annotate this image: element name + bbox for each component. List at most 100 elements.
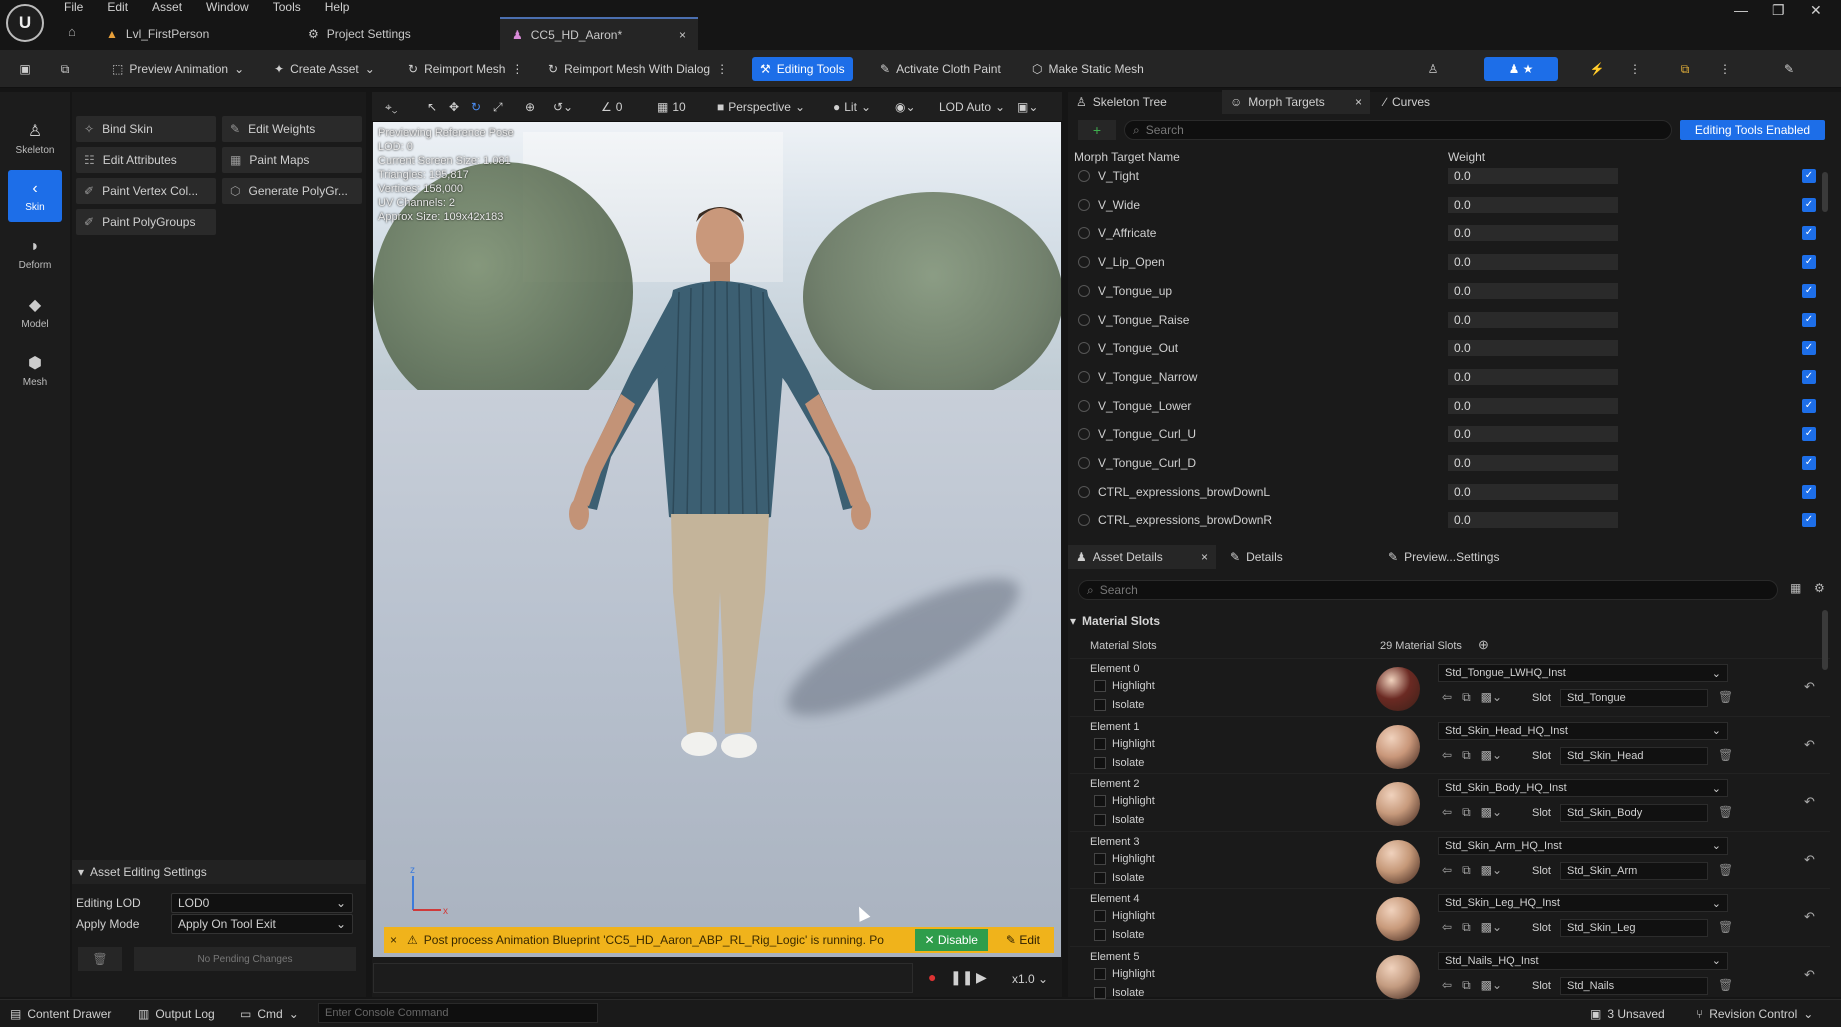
isolate-option[interactable]: Isolate (1094, 871, 1144, 884)
viewport-layout-icon[interactable]: ▣⌄ (1012, 96, 1043, 118)
morph-target-row[interactable]: V_Wide 0.0 ✓ (1070, 191, 1830, 219)
rotate-icon[interactable]: ↻ (466, 96, 486, 118)
menu-asset[interactable]: Asset (152, 0, 182, 14)
angle-snap-button[interactable]: ∠ 0 (596, 96, 627, 118)
isolate-option[interactable]: Isolate (1094, 699, 1144, 711)
morph-scrollbar[interactable] (1822, 172, 1828, 212)
preview-animation-button[interactable]: ⬚ Preview Animation ⌄ (104, 57, 252, 81)
mesh-mode-button[interactable]: ♟ ★ (1484, 57, 1558, 81)
paint-maps-button[interactable]: ▦ Paint Maps (222, 147, 362, 173)
close-notice-icon[interactable]: × (384, 933, 397, 947)
scale-icon[interactable]: ⤢ (488, 96, 508, 118)
use-selected-icon[interactable]: ⇦ (1442, 690, 1452, 705)
close-tab-icon[interactable]: × (1201, 550, 1208, 564)
morph-weight-slider[interactable]: 0.0 (1448, 254, 1788, 271)
isolate-option[interactable]: Isolate (1094, 814, 1144, 826)
editing-tools-button[interactable]: ⚒ Editing Tools (752, 57, 853, 81)
isolate-checkbox[interactable] (1094, 699, 1106, 711)
morph-target-row[interactable]: V_Lip_Open 0.0 ✓ (1070, 248, 1830, 276)
browse-icon[interactable]: ⧉ (1462, 748, 1471, 763)
material-select[interactable]: Std_Skin_Body_HQ_Inst ⌄ (1438, 779, 1728, 797)
reset-icon[interactable]: ↶ (1804, 852, 1815, 868)
play-icon[interactable]: ▶ (976, 969, 987, 986)
apply-mode-select[interactable]: Apply On Tool Exit ⌄ (171, 914, 353, 934)
delete-icon[interactable]: 🗑 (78, 947, 122, 971)
lighting-button[interactable]: ● Lit ⌄ (828, 96, 876, 118)
delete-slot-icon[interactable]: 🗑 (1718, 863, 1733, 877)
morph-radio[interactable] (1078, 284, 1090, 297)
delete-slot-icon[interactable]: 🗑 (1718, 805, 1733, 819)
highlight-checkbox[interactable] (1094, 967, 1106, 980)
morph-weight-slider[interactable]: 0.0 (1448, 340, 1788, 357)
morph-target-row[interactable]: V_Tongue_Raise 0.0 ✓ (1070, 306, 1830, 334)
morph-target-row[interactable]: V_Tongue_up 0.0 ✓ (1070, 277, 1830, 305)
view-mode-button[interactable]: ■ Perspective ⌄ (712, 96, 810, 118)
isolate-option[interactable]: Isolate (1094, 929, 1144, 941)
tab-project-settings[interactable]: ⚙ Project Settings (296, 17, 423, 50)
paint-polygroups-button[interactable]: ✐ Paint PolyGroups (76, 209, 216, 235)
reset-icon[interactable]: ↶ (1804, 794, 1815, 810)
morph-target-row[interactable]: V_Tongue_Narrow 0.0 ✓ (1070, 363, 1830, 391)
material-thumbnail[interactable] (1376, 667, 1420, 711)
tab-skeleton-tree[interactable]: ♙ Skeleton Tree (1068, 90, 1175, 114)
show-flags-icon[interactable]: ◉⌄ (890, 96, 921, 118)
morph-enabled-checkbox[interactable]: ✓ (1802, 398, 1816, 413)
browse-icon[interactable]: ⧉ (52, 57, 78, 81)
morph-target-row[interactable]: V_Affricate 0.0 ✓ (1070, 219, 1830, 247)
highlight-option[interactable]: Highlight (1094, 967, 1155, 980)
edit-attributes-button[interactable]: ☷ Edit Attributes (76, 147, 216, 173)
material-slots-section-header[interactable]: ▾ Material Slots (1070, 611, 1830, 631)
morph-target-row[interactable]: V_Tongue_Lower 0.0 ✓ (1070, 392, 1830, 420)
reset-icon[interactable]: ↶ (1804, 967, 1815, 983)
morph-radio[interactable] (1078, 170, 1090, 182)
menu-help[interactable]: Help (325, 0, 350, 14)
delete-slot-icon[interactable]: 🗑 (1718, 978, 1733, 992)
material-thumbnail[interactable] (1376, 782, 1420, 826)
blueprint-mode-icon[interactable]: ⧉ (1672, 57, 1698, 81)
morph-radio[interactable] (1078, 399, 1090, 412)
morph-enabled-checkbox[interactable]: ✓ (1802, 226, 1816, 241)
save-icon[interactable]: ▣ (12, 57, 38, 81)
create-asset-button[interactable]: ✦ Create Asset ⌄ (266, 57, 383, 81)
tab-details[interactable]: ✎ Details (1222, 545, 1291, 569)
paint-vertex-color-button[interactable]: ✐ Paint Vertex Col... (76, 178, 216, 204)
tab-morph-targets[interactable]: ☺ Morph Targets × (1222, 90, 1370, 114)
material-select[interactable]: Std_Skin_Head_HQ_Inst ⌄ (1438, 721, 1728, 740)
highlight-option[interactable]: Highlight (1094, 795, 1155, 807)
morph-enabled-checkbox[interactable]: ✓ (1802, 484, 1816, 499)
delete-slot-icon[interactable]: 🗑 (1718, 748, 1733, 762)
highlight-checkbox[interactable] (1094, 910, 1106, 922)
lod-button[interactable]: LOD Auto ⌄ (934, 96, 1010, 118)
rail-skeleton[interactable]: ♙ Skeleton (8, 112, 62, 164)
menu-window[interactable]: Window (206, 0, 249, 14)
tab-skeletal-mesh[interactable]: ♟ CC5_HD_Aaron* × (500, 17, 698, 50)
morph-enabled-checkbox[interactable]: ✓ (1802, 427, 1816, 442)
menu-edit[interactable]: Edit (107, 0, 128, 14)
editing-lod-select[interactable]: LOD0 ⌄ (171, 893, 353, 913)
more-options-icon[interactable]: ⋮ (1622, 57, 1648, 81)
highlight-option[interactable]: Highlight (1094, 737, 1155, 750)
morph-search-input[interactable]: ⌕ Search (1124, 120, 1672, 140)
activate-cloth-button[interactable]: ✎ Activate Cloth Paint (872, 57, 1009, 81)
isolate-checkbox[interactable] (1094, 986, 1106, 999)
use-selected-icon[interactable]: ⇦ (1442, 978, 1452, 993)
disable-button[interactable]: ✕ Disable (914, 929, 988, 951)
browse-icon[interactable]: ⧉ (1462, 978, 1471, 993)
highlight-checkbox[interactable] (1094, 795, 1106, 807)
cmd-button[interactable]: ▭ Cmd ⌄ (240, 1005, 299, 1023)
delete-slot-icon[interactable]: 🗑 (1718, 920, 1733, 934)
morph-enabled-checkbox[interactable]: ✓ (1802, 197, 1816, 212)
slot-name-field[interactable]: Std_Skin_Arm (1560, 861, 1708, 880)
skeleton-mode-icon[interactable]: ♙ (1420, 57, 1446, 81)
morph-enabled-checkbox[interactable]: ✓ (1802, 255, 1816, 270)
isolate-option[interactable]: Isolate (1094, 986, 1144, 999)
playback-speed[interactable]: x1.0 ⌄ (1012, 972, 1048, 986)
move-icon[interactable]: ✥ (444, 96, 464, 118)
pause-icon[interactable]: ❚❚ (950, 969, 973, 986)
details-search-input[interactable]: ⌕ Search (1078, 580, 1778, 600)
pending-changes-button[interactable]: No Pending Changes (134, 947, 356, 971)
add-morph-icon[interactable]: + (1078, 120, 1116, 140)
morph-weight-slider[interactable]: 0.0 (1448, 368, 1788, 385)
morph-radio[interactable] (1078, 485, 1090, 498)
isolate-checkbox[interactable] (1094, 756, 1106, 769)
